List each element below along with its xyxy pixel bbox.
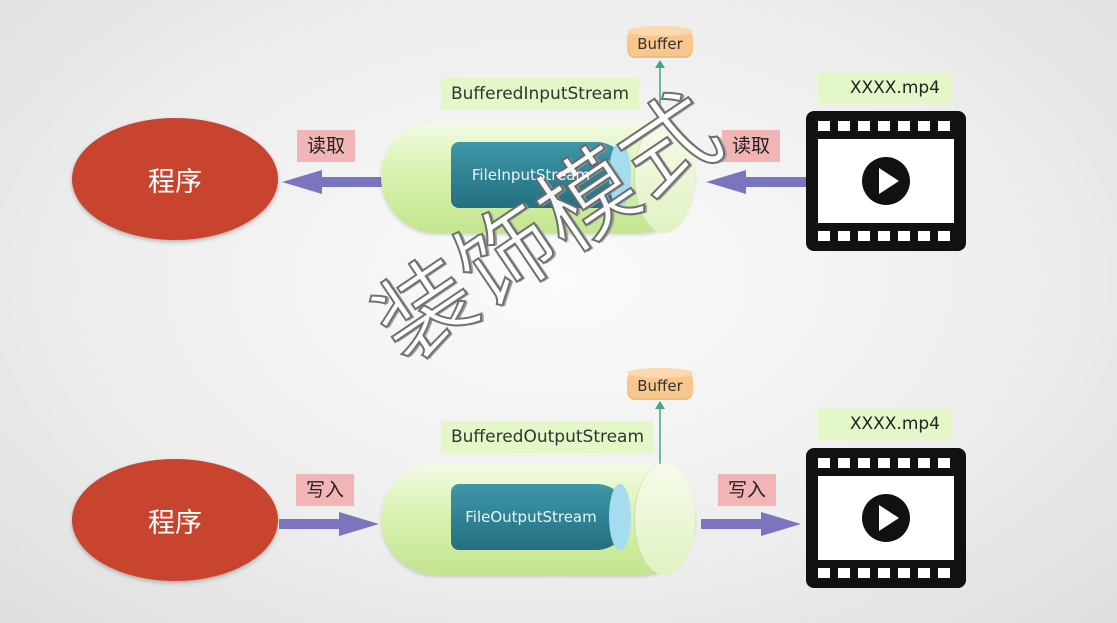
write-label-left: 写入	[296, 474, 355, 506]
read-arrow-to-program	[282, 170, 382, 194]
buffered-output-stream-label: BufferedOutputStream	[441, 421, 655, 453]
buffered-output-pipe: FileOutputStream	[381, 463, 695, 575]
file-output-stream-cylinder: FileOutputStream	[451, 484, 631, 550]
program-label: 程序	[148, 166, 202, 198]
program-label: 程序	[148, 507, 202, 539]
program-ellipse-input: 程序	[72, 118, 278, 240]
file-input-stream-label: FileInputStream	[471, 166, 591, 184]
file-output-stream-label: FileOutputStream	[465, 508, 597, 526]
buffer-up-arrow-output	[655, 401, 665, 465]
film-video-icon	[806, 448, 966, 588]
write-arrow-from-program	[279, 512, 379, 536]
write-arrow-to-file	[701, 512, 801, 536]
buffer-label: Buffer	[637, 377, 683, 395]
program-ellipse-output: 程序	[72, 459, 278, 581]
pipe-end	[634, 463, 695, 575]
read-label-left: 读取	[297, 130, 356, 162]
write-label-right: 写入	[718, 474, 777, 506]
file-name-input: XXXX.mp4	[818, 72, 952, 104]
buffer-cylinder-output: Buffer	[627, 368, 693, 400]
film-video-icon	[806, 111, 966, 251]
file-name-output: XXXX.mp4	[818, 408, 952, 440]
inner-cap	[609, 484, 631, 550]
